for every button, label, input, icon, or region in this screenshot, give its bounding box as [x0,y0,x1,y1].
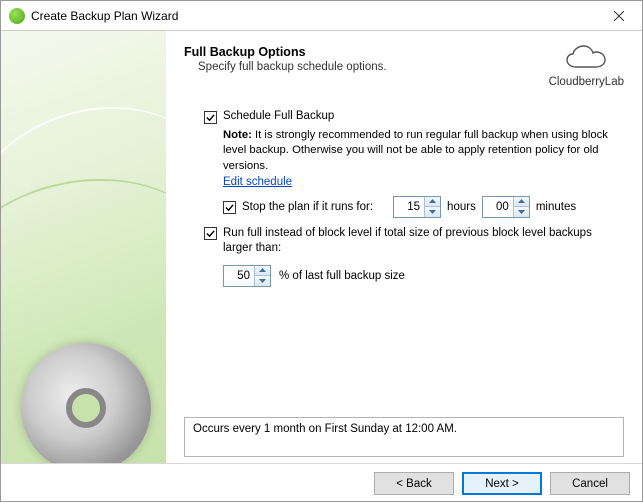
window-title: Create Backup Plan Wizard [31,9,178,23]
schedule-full-backup-label: Schedule Full Backup [223,110,334,122]
note-label: Note: [223,129,252,141]
checkmark-icon [206,113,215,122]
wizard-footer: < Back Next > Cancel [1,463,642,503]
percent-up-button[interactable] [255,266,270,276]
chevron-down-icon [429,210,436,214]
brand-logo: CloudberryLab [549,43,624,88]
wizard-main-panel: Full Backup Options Specify full backup … [166,31,642,463]
hours-down-button[interactable] [425,207,440,217]
hours-input[interactable] [394,197,424,217]
close-icon [614,11,624,21]
brand-name: CloudberryLab [549,76,624,88]
schedule-full-backup-checkbox[interactable] [204,111,217,124]
chevron-up-icon [518,199,525,203]
hours-spinner[interactable] [393,196,441,218]
page-title: Full Backup Options [184,45,387,59]
app-icon [9,8,25,24]
close-button[interactable] [596,1,642,31]
next-button[interactable]: Next > [462,472,542,495]
edit-schedule-link[interactable]: Edit schedule [223,176,292,188]
schedule-note: Note: It is strongly recommended to run … [223,128,623,174]
minutes-unit-label: minutes [536,201,576,213]
schedule-summary-text: Occurs every 1 month on First Sunday at … [193,423,457,435]
percent-suffix-label: % of last full backup size [279,270,405,282]
note-text: It is strongly recommended to run regula… [223,129,608,172]
percent-input[interactable] [224,266,254,286]
percent-spinner[interactable] [223,265,271,287]
disc-icon [21,343,151,463]
hours-up-button[interactable] [425,197,440,207]
minutes-input[interactable] [483,197,513,217]
percent-down-button[interactable] [255,276,270,286]
minutes-down-button[interactable] [514,207,529,217]
chevron-down-icon [518,210,525,214]
stop-plan-checkbox[interactable] [223,201,236,214]
minutes-up-button[interactable] [514,197,529,207]
title-bar: Create Backup Plan Wizard [1,1,642,31]
chevron-up-icon [259,268,266,272]
cancel-button[interactable]: Cancel [550,472,630,495]
stop-plan-label: Stop the plan if it runs for: [242,201,373,213]
chevron-down-icon [259,279,266,283]
schedule-summary-box: Occurs every 1 month on First Sunday at … [184,417,624,457]
wizard-sidebar-graphic [1,31,166,463]
run-full-checkbox[interactable] [204,227,217,240]
minutes-spinner[interactable] [482,196,530,218]
checkmark-icon [225,203,234,212]
run-full-label: Run full instead of block level if total… [223,226,623,257]
hours-unit-label: hours [447,201,476,213]
page-subtitle: Specify full backup schedule options. [198,61,387,73]
back-button[interactable]: < Back [374,472,454,495]
cloud-icon [562,43,610,73]
checkmark-icon [206,229,215,238]
chevron-up-icon [429,199,436,203]
